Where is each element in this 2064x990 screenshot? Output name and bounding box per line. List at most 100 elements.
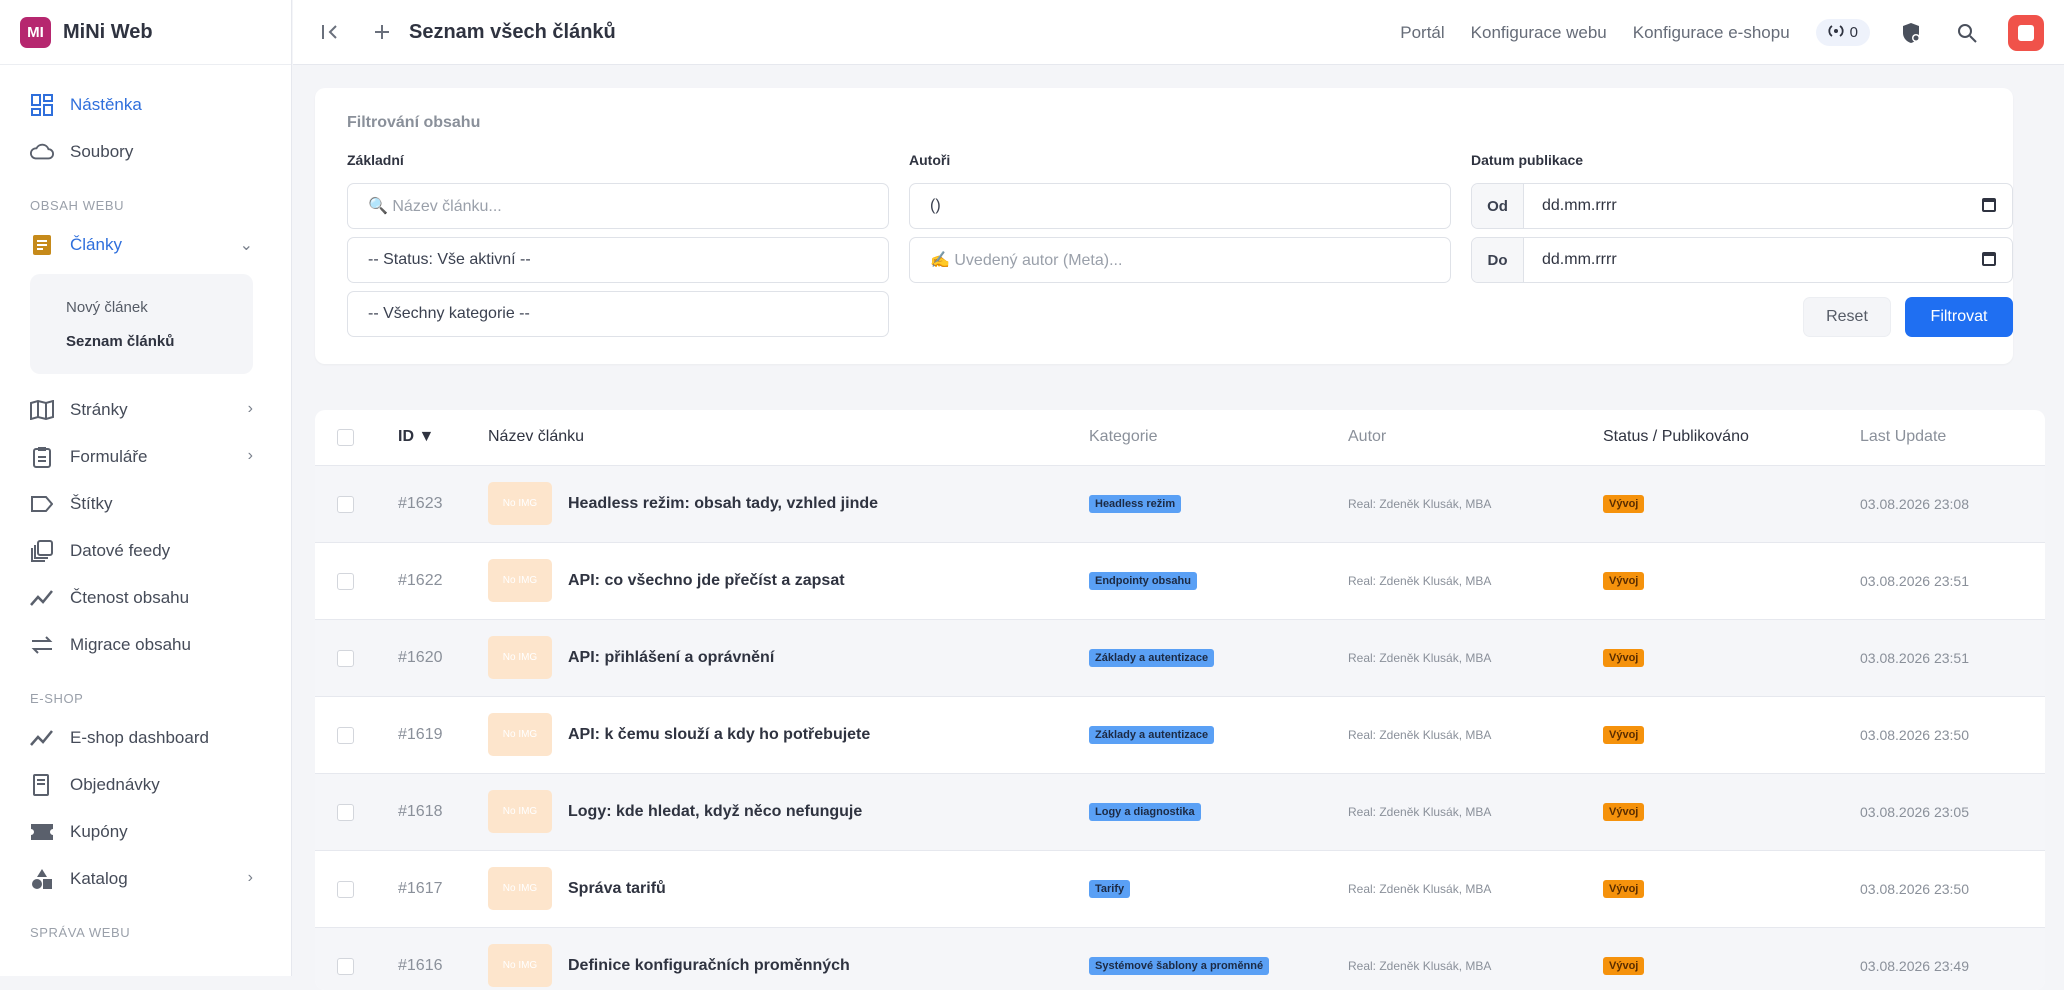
notification-counter[interactable]: 0 — [1815, 19, 1870, 46]
article-title-link[interactable]: API: co všechno jde přečíst a zapsat — [568, 572, 845, 590]
calendar-icon[interactable] — [1982, 252, 1996, 266]
row-checkbox[interactable] — [337, 804, 354, 821]
app-logo: MI — [20, 16, 51, 48]
date-from-field[interactable]: Od dd.mm.rrrr — [1471, 183, 2013, 229]
sidebar-item-label: Stránky — [70, 399, 128, 419]
sidebar-item-label: E-shop dashboard — [70, 727, 209, 747]
table-row[interactable]: #1622 No IMG API: co všechno jde přečíst a… — [315, 543, 2045, 620]
meta-author-input[interactable]: ✍️ Uvedený autor (Meta)... — [909, 237, 1451, 283]
brand[interactable]: MI MiNi Web — [0, 0, 291, 65]
section-admin-heading: SPRÁVA WEBU — [30, 925, 131, 940]
broadcast-icon — [1828, 24, 1844, 41]
last-update: 03.08.2026 23:51 — [1860, 650, 1969, 666]
date-from-label: Od — [1472, 184, 1524, 228]
article-title-link[interactable]: Definice konfiguračních proměnných — [568, 957, 850, 975]
table-row[interactable]: #1616 No IMG Definice konfiguračních promě… — [315, 928, 2045, 990]
avatar[interactable] — [2008, 14, 2044, 51]
sidebar-item-coupons[interactable]: Kupóny — [0, 808, 291, 855]
sidebar-item-articles[interactable]: Články ⌄ — [0, 221, 291, 268]
article-title-link[interactable]: Logy: kde hledat, když něco nefunguje — [568, 803, 862, 821]
row-checkbox[interactable] — [337, 573, 354, 590]
book-icon — [30, 398, 54, 422]
chevron-right-icon: › — [247, 400, 253, 417]
article-author: Real: Zdeněk Klusák, MBA — [1348, 959, 1492, 973]
sidebar-item-eshop-dashboard[interactable]: E-shop dashboard — [0, 714, 291, 761]
date-to-input[interactable]: dd.mm.rrrr — [1524, 238, 2012, 282]
sidebar-item-files[interactable]: Soubory — [0, 128, 291, 175]
column-title[interactable]: Název článku — [488, 428, 584, 446]
author-select[interactable]: () — [909, 183, 1451, 229]
table-row[interactable]: #1619 No IMG API: k čemu slouží a kdy ho p… — [315, 697, 2045, 774]
link-portal[interactable]: Portál — [1400, 23, 1444, 43]
article-thumbnail: No IMG — [488, 867, 552, 910]
sidebar-item-label: Objednávky — [70, 774, 160, 794]
article-author: Real: Zdeněk Klusák, MBA — [1348, 805, 1492, 819]
row-checkbox[interactable] — [337, 650, 354, 667]
category-select[interactable]: -- Všechny kategorie -- — [347, 291, 889, 337]
link-web-config[interactable]: Konfigurace webu — [1471, 23, 1607, 43]
reset-button[interactable]: Reset — [1803, 297, 1891, 337]
status-badge: Vývoj — [1603, 572, 1645, 590]
chevron-right-icon: › — [247, 447, 253, 464]
topbar: Seznam všech článků Portál Konfigurace w… — [293, 0, 2064, 65]
collapse-sidebar-icon[interactable] — [315, 23, 345, 41]
column-id[interactable]: ID ▼ — [398, 428, 434, 446]
column-updated[interactable]: Last Update — [1860, 428, 1946, 446]
calendar-icon[interactable] — [1982, 198, 1996, 212]
sidebar-item-pages[interactable]: Stránky › — [0, 386, 291, 433]
sidebar-item-feeds[interactable]: Datové feedy — [0, 527, 291, 574]
column-author[interactable]: Autor — [1348, 428, 1386, 446]
app-name: MiNi Web — [63, 20, 153, 43]
date-from-input[interactable]: dd.mm.rrrr — [1524, 184, 2012, 228]
submenu-article-list[interactable]: Seznam článků — [66, 324, 253, 358]
sidebar-item-catalog[interactable]: Katalog › — [0, 855, 291, 902]
document-icon — [30, 233, 54, 257]
sidebar-item-label: Články — [70, 234, 122, 254]
search-icon[interactable] — [1952, 23, 1982, 43]
row-checkbox[interactable] — [337, 958, 354, 975]
table-row[interactable]: #1620 No IMG API: přihlášení a oprávnění Zá… — [315, 620, 2045, 697]
sidebar-item-readership[interactable]: Čtenost obsahu — [0, 574, 291, 621]
add-icon[interactable] — [367, 23, 397, 41]
column-category[interactable]: Kategorie — [1089, 428, 1158, 446]
receipt-icon — [30, 773, 54, 797]
select-all-checkbox[interactable] — [337, 429, 354, 446]
article-id: #1616 — [398, 957, 443, 974]
sidebar-item-label: Čtenost obsahu — [70, 587, 190, 607]
link-eshop-config[interactable]: Konfigurace e-shopu — [1633, 23, 1790, 43]
status-select[interactable]: -- Status: Vše aktivní -- — [347, 237, 889, 283]
column-status[interactable]: Status / Publikováno — [1603, 428, 1749, 446]
submenu-new-article[interactable]: Nový článek — [66, 290, 253, 324]
counter-value: 0 — [1849, 24, 1858, 41]
filter-button[interactable]: Filtrovat — [1905, 297, 2013, 337]
sidebar-item-orders[interactable]: Objednávky — [0, 761, 291, 808]
article-id: #1618 — [398, 803, 443, 820]
article-title-link[interactable]: API: k čemu slouží a kdy ho potřebujete — [568, 726, 870, 744]
article-title-link[interactable]: Headless režim: obsah tady, vzhled jinde — [568, 495, 878, 513]
row-checkbox[interactable] — [337, 496, 354, 513]
sidebar-item-label: Katalog — [70, 868, 128, 888]
sidebar-item-migration[interactable]: Migrace obsahu — [0, 621, 291, 668]
table-row[interactable]: #1623 No IMG Headless režim: obsah tady, v… — [315, 466, 2045, 543]
table-row[interactable]: #1617 No IMG Správa tarifů Tarify Real: Zden… — [315, 851, 2045, 928]
article-title-link[interactable]: API: přihlášení a oprávnění — [568, 649, 774, 667]
row-checkbox[interactable] — [337, 881, 354, 898]
table-row[interactable]: #1618 No IMG Logy: kde hledat, když něco n… — [315, 774, 2045, 851]
filter-date-label: Datum publikace — [1471, 152, 1584, 168]
sidebar-item-label: Nástěnka — [70, 94, 142, 114]
sidebar-nav: Nástěnka Soubory OBSAH WEBU Články ⌄ Nov… — [0, 65, 291, 948]
sidebar-item-tags[interactable]: Štítky — [0, 480, 291, 527]
sidebar-item-label: Soubory — [70, 141, 134, 161]
search-input[interactable]: 🔍 Název článku... — [347, 183, 889, 229]
sidebar-item-forms[interactable]: Formuláře › — [0, 433, 291, 480]
category-badge: Systémové šablony a proměnné — [1089, 957, 1270, 975]
sidebar-item-dashboard[interactable]: Nástěnka — [0, 81, 291, 128]
date-to-field[interactable]: Do dd.mm.rrrr — [1471, 237, 2013, 283]
article-title-link[interactable]: Správa tarifů — [568, 880, 666, 898]
row-checkbox[interactable] — [337, 727, 354, 744]
article-author: Real: Zdeněk Klusák, MBA — [1348, 651, 1492, 665]
shield-icon[interactable] — [1896, 22, 1926, 44]
date-to-label: Do — [1472, 238, 1524, 282]
feed-icon — [30, 539, 54, 563]
last-update: 03.08.2026 23:05 — [1860, 804, 1969, 820]
